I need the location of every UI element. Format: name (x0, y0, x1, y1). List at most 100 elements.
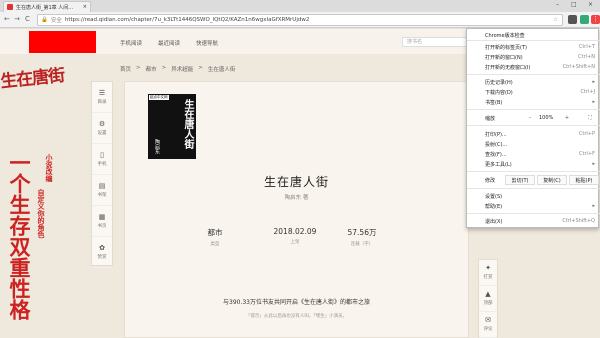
menu-zoom-row: 缩放 – 100% + ⛶ (467, 114, 600, 122)
fullscreen-icon[interactable]: ⛶ (585, 114, 595, 122)
menu-separator (467, 74, 600, 75)
menu-item-more-tools[interactable]: 更多工具(L) ▸ (467, 160, 600, 168)
menu-item-help[interactable]: 帮助(E) ▸ (467, 202, 600, 210)
sidebar-item-label: 赞赏 (97, 254, 107, 260)
reload-icon[interactable]: C (25, 15, 30, 23)
breadcrumb: 首页 > 都市 > 异术超能 > 生在唐人街 (120, 65, 235, 73)
minimize-window-icon[interactable]: – (556, 1, 559, 8)
copy-button[interactable]: 复制(C) (537, 175, 567, 185)
menu-item-shortcut: Ctrl+N (578, 54, 595, 60)
menu-item-shortcut: Ctrl+J (580, 89, 595, 95)
cover-author: 陶启东 (154, 139, 160, 154)
breadcrumb-home[interactable]: 首页 (120, 65, 131, 73)
address-bar[interactable]: 🔒 安全 https://read.qidian.com/chapter/7u_… (37, 14, 563, 26)
back-icon[interactable]: ← (4, 15, 10, 23)
menu-separator (467, 109, 600, 110)
menu-item-cast[interactable]: 投射(C)... (467, 140, 600, 148)
menu-separator (467, 188, 600, 189)
breadcrumb-category[interactable]: 都市 (146, 65, 157, 73)
menu-edit-row: 修改 剪切(T) 复制(C) 粘贴(P) (467, 175, 600, 185)
vertical-small-text-1: 小说改编 (45, 154, 54, 182)
submenu-arrow-icon: ▸ (592, 203, 595, 209)
tab-title: 生在唐人街_第1章 人间... (16, 4, 74, 11)
cut-button[interactable]: 剪切(T) (505, 175, 535, 185)
secure-label: 安全 (50, 18, 62, 24)
breadcrumb-book[interactable]: 生在唐人街 (208, 65, 236, 73)
submenu-arrow-icon: ▸ (592, 99, 595, 105)
chrome-menu-icon[interactable]: ⋮ (591, 15, 600, 24)
menu-item-chrome-version[interactable]: Chrome版本检查 (467, 31, 600, 39)
sidebar-item-vote[interactable]: ✦ 打赏 (479, 260, 497, 286)
book-detail-icon: ▦ (98, 212, 106, 221)
sidebar-item-top[interactable]: ▲ 顶部 (479, 286, 497, 312)
zoom-out-button[interactable]: – (525, 114, 535, 122)
bookmark-star-icon[interactable]: ☆ (553, 17, 558, 23)
comment-icon: ✉ (485, 316, 491, 324)
forward-icon[interactable]: → (14, 15, 20, 23)
extension-shield-icon[interactable] (580, 15, 589, 24)
menu-item-new-tab[interactable]: 打开新的标签页(T) Ctrl+T (467, 43, 600, 51)
menu-item-settings[interactable]: 设置(S) (467, 192, 600, 200)
extension-icon[interactable] (568, 15, 577, 24)
breadcrumb-separator: > (161, 65, 167, 71)
menu-item-downloads[interactable]: 下载内容(D) Ctrl+J (467, 88, 600, 96)
book-title: 生在唐人街 (263, 175, 329, 189)
sidebar-item-catalog[interactable]: ☰ 目录 (92, 82, 112, 113)
book-summary: 与390.33万位书友共同开启《生在唐人街》的都市之旅 (223, 299, 370, 306)
gear-icon: ⚙ (98, 119, 106, 128)
cover-title: 生在唐人街 (182, 99, 193, 149)
quick-nav-link[interactable]: 快速导航 (196, 39, 218, 47)
sidebar-item-comment[interactable]: ✉ 评论 (479, 312, 497, 338)
cover-logo: 起点中文网 (149, 95, 169, 100)
zoom-in-button[interactable]: + (562, 114, 572, 122)
search-input[interactable]: 搜书名 (402, 37, 467, 47)
menu-item-shortcut: Ctrl+Shift+N (562, 64, 595, 70)
menu-item-print[interactable]: 打印(P)... Ctrl+P (467, 130, 600, 138)
site-logo[interactable] (29, 31, 96, 53)
submenu-arrow-icon: ▸ (592, 161, 595, 167)
menu-item-find[interactable]: 查找(F)... Ctrl+F (467, 150, 600, 158)
mobile-read-link[interactable]: 手机阅读 (120, 39, 142, 47)
sidebar-item-mobile[interactable]: ▯ 手机 (92, 144, 112, 175)
stat-date: 2018.02.09 上架 (265, 227, 325, 245)
close-tab-icon[interactable]: × (83, 4, 87, 10)
stat-value: 2018.02.09 (273, 227, 317, 236)
menu-item-label: 设置(S) (485, 193, 503, 200)
browser-tab[interactable]: 生在唐人街_第1章 人间... × (3, 1, 91, 12)
sidebar-item-bookpage[interactable]: ▦ 书页 (92, 206, 112, 237)
sidebar-item-label: 设置 (97, 130, 107, 136)
menu-item-history[interactable]: 历史记录(H) ▸ (467, 78, 600, 86)
menu-item-label: Chrome版本检查 (485, 32, 525, 39)
menu-separator (467, 213, 600, 214)
sidebar-item-label: 书页 (97, 223, 107, 229)
stat-word-count: 57.56万 连载（字） (332, 227, 392, 247)
sidebar-item-reward[interactable]: ✿ 赞赏 (92, 237, 112, 268)
menu-item-incognito[interactable]: 打开新的无痕窗口(I) Ctrl+Shift+N (467, 63, 600, 71)
edit-label: 修改 (485, 177, 496, 184)
maximize-window-icon[interactable]: □ (571, 1, 577, 8)
breadcrumb-separator: > (136, 65, 141, 71)
sidebar-item-bookshelf[interactable]: ▤ 书架 (92, 175, 112, 206)
menu-item-label: 打开新的窗口(N) (485, 54, 523, 61)
menu-item-exit[interactable]: 退出(X) Ctrl+Shift+Q (467, 217, 600, 225)
paste-button[interactable]: 粘贴(P) (569, 175, 599, 185)
breadcrumb-subcategory[interactable]: 异术超能 (171, 65, 193, 73)
book-author[interactable]: 陶启东 著 (124, 193, 469, 201)
sidebar-item-settings[interactable]: ⚙ 设置 (92, 113, 112, 144)
menu-item-label: 打开新的标签页(T) (485, 44, 527, 51)
vertical-small-text-2: 自定义你的角色 (37, 189, 46, 238)
sidebar-item-label: 书架 (97, 192, 107, 198)
close-window-icon[interactable]: × (588, 1, 593, 8)
decorative-title: 生在唐街 (0, 65, 66, 93)
toolbar: ← → C 🔒 安全 https://read.qidian.com/chapt… (0, 12, 600, 28)
recent-read-link[interactable]: 最近阅读 (158, 39, 180, 47)
tab-bar: 生在唐人街_第1章 人间... × – □ × (0, 0, 600, 12)
menu-item-label: 更多工具(L) (485, 161, 512, 168)
menu-item-label: 历史记录(H) (485, 79, 513, 86)
menu-item-bookmarks[interactable]: 书签(B) ▸ (467, 98, 600, 106)
menu-item-new-window[interactable]: 打开新的窗口(N) Ctrl+N (467, 53, 600, 61)
site-favicon-icon (7, 4, 13, 10)
chrome-menu: Chrome版本检查 打开新的标签页(T) Ctrl+T 打开新的窗口(N) Ctr… (466, 28, 600, 228)
menu-item-label: 查找(F)... (485, 151, 507, 158)
stat-label: 类型 (210, 242, 220, 247)
